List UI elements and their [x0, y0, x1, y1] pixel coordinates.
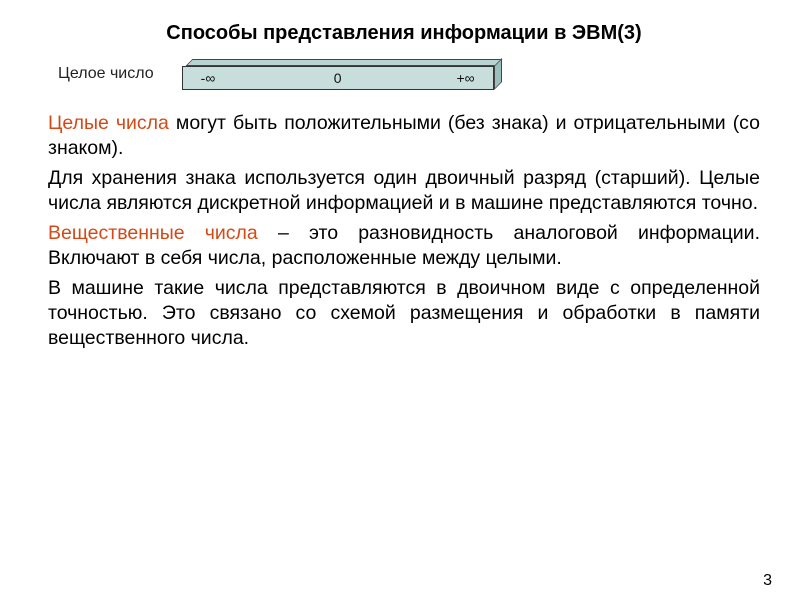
paragraph-3: Вещественные числа – это разновидность а…	[48, 221, 760, 270]
number-line-bar: -∞ 0 +∞	[182, 59, 492, 89]
term-integers: Целые числа	[48, 112, 169, 134]
page-number: 3	[763, 572, 772, 590]
paragraph-2: Для хранения знака используется один дво…	[48, 166, 760, 215]
minus-infinity: -∞	[201, 70, 216, 86]
slide-title: Способы представления информации в ЭВМ(3…	[48, 22, 760, 45]
paragraph-1: Целые числа могут быть положительными (б…	[48, 111, 760, 160]
term-reals: Вещественные числа	[48, 222, 258, 244]
plus-infinity: +∞	[457, 70, 475, 86]
zero-label: 0	[334, 70, 342, 86]
paragraph-4: В машине такие числа представляются в дв…	[48, 276, 760, 350]
integer-label: Целое число	[58, 65, 154, 83]
integer-figure: Целое число -∞ 0 +∞	[58, 59, 760, 89]
body-text: Целые числа могут быть положительными (б…	[48, 111, 760, 350]
slide: Способы представления информации в ЭВМ(3…	[0, 0, 800, 600]
